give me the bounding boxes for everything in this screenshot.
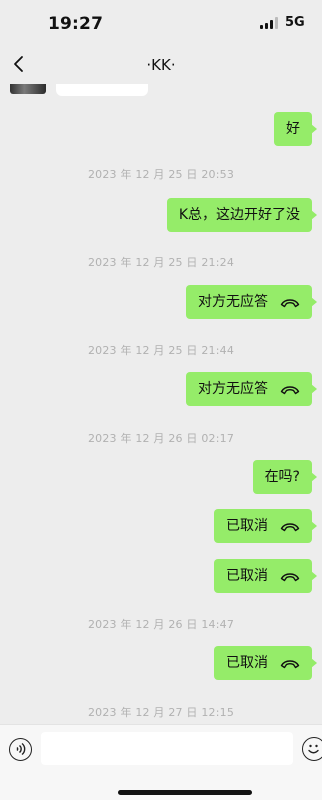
phone-hangup-icon [280,660,300,669]
message-text: 好 [286,121,300,137]
signal-icon [260,17,278,29]
message-text: K总，这边开好了没 [178,207,300,223]
message-text: 在吗? [264,469,300,485]
message-input[interactable] [41,732,293,765]
call-status-text: 已取消 [226,568,268,584]
input-bar [0,724,322,800]
phone-hangup-icon [280,299,300,308]
chat-title: ·KK· [146,56,176,74]
voice-input-button[interactable] [9,738,32,761]
call-status-text: 对方无应答 [198,294,268,310]
avatar[interactable] [10,84,46,94]
call-record-bubble[interactable]: 已取消 [214,646,317,680]
incoming-message-bubble[interactable] [56,84,148,96]
chat-area[interactable]: 好 2023 年 12 月 25 日 20:53 K总，这边开好了没 2023 … [0,84,322,724]
voice-icon [16,742,26,756]
outgoing-message-bubble[interactable]: K总，这边开好了没 [166,198,318,232]
call-status-text: 对方无应答 [198,381,268,397]
network-type: 5G [285,15,305,30]
call-record-bubble[interactable]: 已取消 [214,509,317,543]
message-timestamp: 2023 年 12 月 25 日 20:53 [87,168,235,181]
call-record-bubble[interactable]: 对方无应答 [186,285,317,319]
nav-bar: ·KK· [0,48,322,84]
emoji-button[interactable] [302,737,322,761]
phone-hangup-icon [280,523,300,532]
home-indicator[interactable] [118,790,252,795]
outgoing-message-bubble[interactable]: 好 [274,112,317,146]
message-timestamp: 2023 年 12 月 26 日 02:17 [87,432,235,445]
emoji-icon [308,744,319,754]
call-status-text: 已取消 [226,655,268,671]
call-record-bubble[interactable]: 对方无应答 [186,372,317,406]
phone-hangup-icon [280,386,300,395]
call-record-bubble[interactable]: 已取消 [214,559,317,593]
call-status-text: 已取消 [226,518,268,534]
message-timestamp: 2023 年 12 月 26 日 14:47 [87,618,235,631]
message-timestamp: 2023 年 12 月 27 日 12:15 [87,706,235,719]
phone-hangup-icon [280,573,300,582]
message-timestamp: 2023 年 12 月 25 日 21:24 [87,256,235,269]
message-timestamp: 2023 年 12 月 25 日 21:44 [87,344,235,357]
status-time: 19:27 [48,14,104,34]
outgoing-message-bubble[interactable]: 在吗? [252,460,318,494]
status-bar: 19:27 5G [0,0,322,48]
